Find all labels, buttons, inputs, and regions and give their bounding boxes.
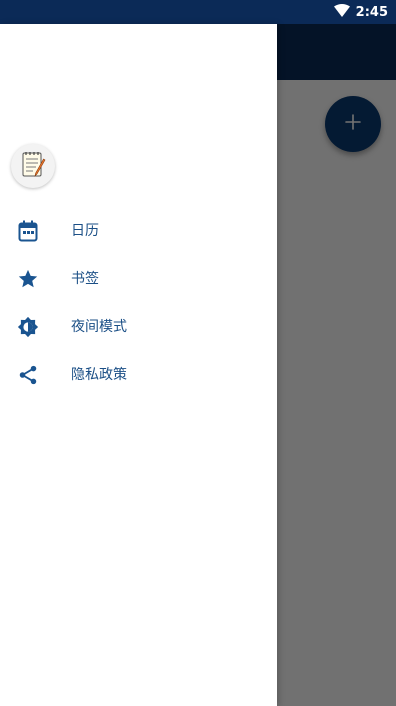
wifi-icon bbox=[333, 3, 350, 22]
drawer-item-label: 日历 bbox=[71, 223, 99, 239]
drawer-item-bookmarks[interactable]: 书签 bbox=[0, 255, 277, 303]
notepad-logo-icon bbox=[18, 148, 48, 184]
star-icon bbox=[16, 267, 40, 291]
status-time: 2:45 bbox=[355, 4, 388, 20]
drawer-item-night-mode[interactable]: 夜间模式 bbox=[0, 303, 277, 351]
drawer-item-label: 书签 bbox=[71, 271, 99, 287]
calendar-icon bbox=[16, 219, 40, 243]
drawer-item-privacy-policy[interactable]: 隐私政策 bbox=[0, 351, 277, 399]
share-icon bbox=[16, 363, 40, 387]
brightness-icon bbox=[16, 315, 40, 339]
drawer-item-label: 夜间模式 bbox=[71, 319, 127, 335]
status-bar: 2:45 bbox=[0, 0, 396, 24]
drawer-item-calendar[interactable]: 日历 bbox=[0, 207, 277, 255]
drawer-item-label: 隐私政策 bbox=[71, 367, 127, 383]
status-icons: 2:45 bbox=[333, 0, 388, 24]
navigation-drawer: 日历 书签 夜间模式 隐私政策 bbox=[0, 24, 277, 706]
app-logo bbox=[11, 144, 55, 188]
